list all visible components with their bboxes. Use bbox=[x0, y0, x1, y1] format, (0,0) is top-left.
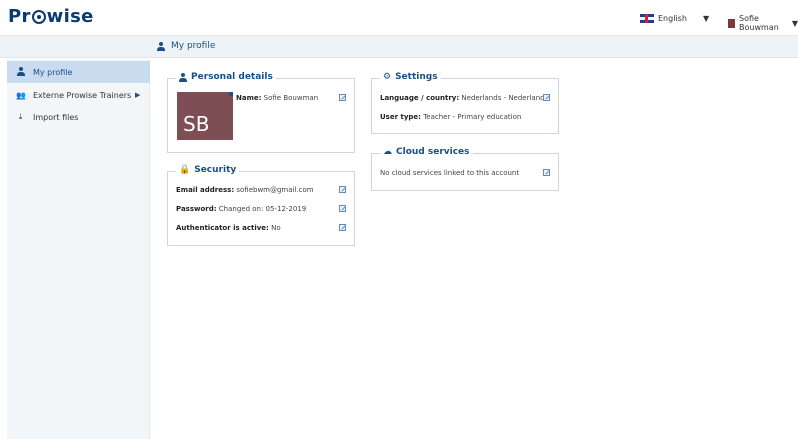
avatar: SB bbox=[177, 92, 233, 140]
sidebar-item-externe-prowise-trainers[interactable]: 👥 Externe Prowise Trainers ▶ bbox=[7, 84, 150, 106]
settings-panel: ⚙ Settings Language / country: Nederland… bbox=[371, 72, 559, 134]
name-row: Name: Sofie Bouwman bbox=[236, 94, 318, 102]
gear-icon: ⚙ bbox=[383, 72, 392, 82]
email-value: sofiebwm@gmail.com bbox=[236, 186, 314, 194]
cloud-services-row: No cloud services linked to this account bbox=[380, 169, 519, 177]
language-country-label: Language / country: bbox=[380, 94, 460, 102]
security-panel: 🔒 Security Email address: sofiebwm@gmail… bbox=[167, 165, 355, 246]
user-menu[interactable]: Sofie Bouwman ▼ bbox=[728, 14, 798, 32]
authenticator-label: Authenticator is active: bbox=[176, 224, 269, 232]
edit-cloud-services-icon[interactable] bbox=[543, 169, 550, 176]
lock-icon: 🔒 bbox=[179, 165, 191, 175]
person-icon bbox=[16, 66, 25, 78]
edit-email-icon[interactable] bbox=[339, 186, 346, 193]
logo-text-end: wise bbox=[46, 6, 94, 27]
top-bar: Pr wise English ▼ Sofie Bouwman ▼ bbox=[0, 0, 798, 36]
user-type-label: User type: bbox=[380, 113, 421, 121]
edit-authenticator-icon[interactable] bbox=[339, 224, 346, 231]
personal-details-panel: Personal details SB Name: Sofie Bouwman bbox=[167, 72, 355, 153]
person-icon bbox=[157, 41, 165, 51]
prowise-logo[interactable]: Pr wise bbox=[8, 6, 94, 27]
sidebar-item-import-files[interactable]: ⤓ Import files bbox=[7, 106, 150, 128]
password-row: Password: Changed on: 05-12-2019 bbox=[176, 205, 306, 213]
chevron-right-icon: ▶ bbox=[135, 91, 141, 99]
edit-password-icon[interactable] bbox=[339, 205, 346, 212]
edit-name-icon[interactable] bbox=[339, 94, 346, 101]
cloud-services-title: ☁ Cloud services bbox=[380, 147, 473, 157]
cloud-services-title-text: Cloud services bbox=[396, 147, 470, 157]
personal-details-title-text: Personal details bbox=[191, 72, 273, 82]
user-dropdown-caret-icon: ▼ bbox=[791, 18, 798, 28]
avatar-initials: SB bbox=[183, 112, 210, 136]
page-header-bar: My profile bbox=[0, 36, 798, 58]
language-row: Language / country: Nederlands - Nederla… bbox=[380, 94, 545, 102]
cloud-services-text: No cloud services linked to this account bbox=[380, 169, 520, 177]
settings-title-text: Settings bbox=[395, 72, 438, 82]
logo-o-icon bbox=[31, 10, 46, 24]
logo-text-start: Pr bbox=[8, 6, 31, 27]
security-title-text: Security bbox=[194, 165, 237, 175]
user-type-row: User type: Teacher - Primary education bbox=[380, 113, 521, 121]
cloud-services-panel: ☁ Cloud services No cloud services linke… bbox=[371, 147, 559, 191]
security-title: 🔒 Security bbox=[176, 165, 240, 175]
email-row: Email address: sofiebwm@gmail.com bbox=[176, 186, 314, 194]
authenticator-value: No bbox=[271, 224, 281, 232]
password-value: Changed on: 05-12-2019 bbox=[218, 205, 307, 213]
sidebar-item-label: Externe Prowise Trainers bbox=[33, 90, 132, 100]
password-label: Password: bbox=[176, 205, 217, 213]
sidebar-item-label: Import files bbox=[33, 112, 79, 122]
group-icon: 👥 bbox=[16, 90, 26, 100]
settings-title: ⚙ Settings bbox=[380, 72, 441, 82]
cloud-icon: ☁ bbox=[383, 147, 392, 157]
page-title: My profile bbox=[157, 41, 215, 51]
personal-details-title: Personal details bbox=[176, 72, 276, 82]
language-label: English bbox=[658, 14, 687, 23]
avatar-corner-marker bbox=[229, 92, 233, 96]
sidebar: My profile 👥 Externe Prowise Trainers ▶ … bbox=[7, 60, 150, 439]
uk-flag-icon bbox=[640, 14, 654, 23]
user-type-value: Teacher - Primary education bbox=[423, 113, 522, 121]
person-icon bbox=[179, 72, 187, 82]
sidebar-item-label: My profile bbox=[33, 67, 73, 77]
name-label: Name: bbox=[236, 94, 262, 102]
page-title-text: My profile bbox=[171, 41, 216, 51]
language-dropdown-caret-icon[interactable]: ▼ bbox=[703, 14, 709, 23]
email-label: Email address: bbox=[176, 186, 235, 194]
language-selector[interactable]: English bbox=[640, 14, 687, 23]
import-icon: ⤓ bbox=[18, 112, 23, 121]
name-value: Sofie Bouwman bbox=[263, 94, 319, 102]
edit-language-icon[interactable] bbox=[543, 94, 550, 101]
sidebar-item-my-profile[interactable]: My profile bbox=[7, 61, 150, 83]
user-name-label: Sofie Bouwman bbox=[739, 14, 779, 32]
authenticator-row: Authenticator is active: No bbox=[176, 224, 281, 232]
user-avatar-icon bbox=[728, 18, 736, 28]
language-country-value: Nederlands - Nederland bbox=[461, 94, 545, 102]
